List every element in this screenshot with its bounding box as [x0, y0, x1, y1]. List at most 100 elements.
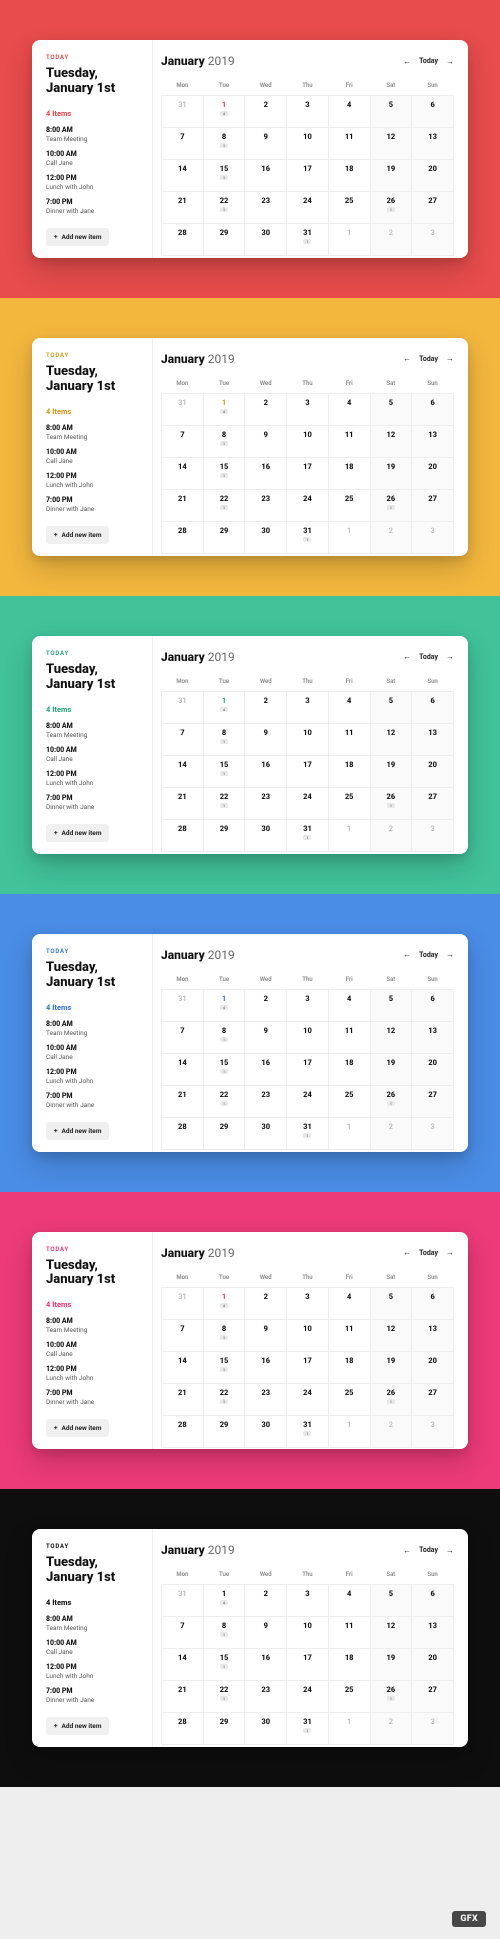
calendar-day-cell[interactable]: 4: [328, 1287, 370, 1319]
calendar-day-cell[interactable]: 24: [287, 489, 329, 521]
calendar-day-cell[interactable]: 16: [245, 160, 287, 192]
calendar-day-cell[interactable]: 6: [412, 393, 454, 425]
calendar-day-cell[interactable]: 221: [203, 1383, 245, 1415]
calendar-day-cell[interactable]: 1: [328, 1713, 370, 1745]
calendar-day-cell[interactable]: 24: [287, 192, 329, 224]
agenda-item[interactable]: 8:00 AM Team Meeting: [46, 1615, 140, 1632]
calendar-day-cell[interactable]: 25: [328, 192, 370, 224]
calendar-day-cell[interactable]: 81: [203, 1617, 245, 1649]
calendar-day-cell[interactable]: 24: [287, 1383, 329, 1415]
agenda-item[interactable]: 12:00 PM Lunch with John: [46, 174, 140, 191]
today-button[interactable]: Today: [419, 355, 438, 363]
calendar-day-cell[interactable]: 16: [245, 1351, 287, 1383]
add-item-button[interactable]: + Add new item: [46, 824, 109, 842]
calendar-day-cell[interactable]: 30: [245, 1713, 287, 1745]
calendar-day-cell[interactable]: 18: [328, 755, 370, 787]
calendar-day-cell[interactable]: 13: [412, 425, 454, 457]
today-button[interactable]: Today: [419, 57, 438, 65]
calendar-day-cell[interactable]: 10: [287, 1021, 329, 1053]
calendar-day-cell[interactable]: 12: [370, 425, 412, 457]
calendar-day-cell[interactable]: 2: [245, 96, 287, 128]
calendar-day-cell[interactable]: 20: [412, 1053, 454, 1085]
calendar-day-cell[interactable]: 2: [370, 1117, 412, 1149]
calendar-day-cell[interactable]: 3: [287, 1287, 329, 1319]
agenda-item[interactable]: 7:00 PM Dinner with Jane: [46, 1389, 140, 1406]
agenda-item[interactable]: 8:00 AM Team Meeting: [46, 722, 140, 739]
calendar-day-cell[interactable]: 2: [370, 224, 412, 256]
calendar-day-cell[interactable]: 30: [245, 1415, 287, 1447]
calendar-day-cell[interactable]: 11: [328, 1319, 370, 1351]
prev-month-button[interactable]: ←: [403, 652, 411, 661]
calendar-day-cell[interactable]: 13: [412, 1319, 454, 1351]
calendar-day-cell[interactable]: 3: [412, 1713, 454, 1745]
calendar-day-cell[interactable]: 18: [328, 1053, 370, 1085]
calendar-day-cell[interactable]: 1: [328, 1415, 370, 1447]
calendar-day-cell[interactable]: 151: [203, 1351, 245, 1383]
calendar-day-cell[interactable]: 4: [328, 989, 370, 1021]
agenda-item[interactable]: 10:00 AM Call Jane: [46, 150, 140, 167]
calendar-day-cell[interactable]: 4: [328, 1585, 370, 1617]
calendar-day-cell[interactable]: 151: [203, 160, 245, 192]
agenda-item[interactable]: 7:00 PM Dinner with Jane: [46, 198, 140, 215]
calendar-day-cell[interactable]: 3: [412, 1117, 454, 1149]
calendar-day-cell[interactable]: 311: [287, 1117, 329, 1149]
calendar-day-cell[interactable]: 27: [412, 1085, 454, 1117]
calendar-day-cell[interactable]: 2: [245, 691, 287, 723]
calendar-day-cell[interactable]: 11: [328, 1617, 370, 1649]
calendar-day-cell[interactable]: 25: [328, 1681, 370, 1713]
calendar-day-cell[interactable]: 311: [287, 1713, 329, 1745]
calendar-day-cell[interactable]: 27: [412, 192, 454, 224]
calendar-day-cell[interactable]: 2: [245, 1585, 287, 1617]
calendar-day-cell[interactable]: 20: [412, 457, 454, 489]
today-button[interactable]: Today: [419, 951, 438, 959]
calendar-day-cell[interactable]: 5: [370, 989, 412, 1021]
calendar-day-cell[interactable]: 151: [203, 755, 245, 787]
calendar-day-cell[interactable]: 221: [203, 489, 245, 521]
calendar-day-cell[interactable]: 20: [412, 1351, 454, 1383]
calendar-day-cell[interactable]: 14: [162, 160, 204, 192]
prev-month-button[interactable]: ←: [403, 354, 411, 363]
calendar-day-cell[interactable]: 21: [162, 192, 204, 224]
calendar-day-cell[interactable]: 261: [370, 192, 412, 224]
calendar-day-cell[interactable]: 4: [328, 393, 370, 425]
calendar-day-cell[interactable]: 14: [162, 1053, 204, 1085]
calendar-day-cell[interactable]: 2: [245, 393, 287, 425]
calendar-day-cell[interactable]: 19: [370, 755, 412, 787]
calendar-day-cell[interactable]: 7: [162, 1617, 204, 1649]
calendar-day-cell[interactable]: 23: [245, 192, 287, 224]
calendar-day-cell[interactable]: 1: [328, 521, 370, 553]
calendar-day-cell[interactable]: 23: [245, 1383, 287, 1415]
next-month-button[interactable]: →: [446, 1248, 454, 1257]
today-button[interactable]: Today: [419, 1249, 438, 1257]
calendar-day-cell[interactable]: 9: [245, 1021, 287, 1053]
calendar-day-cell[interactable]: 30: [245, 1117, 287, 1149]
calendar-day-cell[interactable]: 7: [162, 128, 204, 160]
calendar-day-cell[interactable]: 25: [328, 787, 370, 819]
calendar-day-cell[interactable]: 13: [412, 128, 454, 160]
calendar-day-cell[interactable]: 14: [203, 393, 245, 425]
calendar-day-cell[interactable]: 81: [203, 425, 245, 457]
calendar-day-cell[interactable]: 13: [412, 1021, 454, 1053]
calendar-day-cell[interactable]: 16: [245, 457, 287, 489]
calendar-day-cell[interactable]: 23: [245, 489, 287, 521]
prev-month-button[interactable]: ←: [403, 1248, 411, 1257]
calendar-day-cell[interactable]: 31: [162, 1585, 204, 1617]
calendar-day-cell[interactable]: 19: [370, 1053, 412, 1085]
calendar-day-cell[interactable]: 30: [245, 224, 287, 256]
calendar-day-cell[interactable]: 2: [370, 1415, 412, 1447]
calendar-day-cell[interactable]: 261: [370, 1681, 412, 1713]
calendar-day-cell[interactable]: 13: [412, 1617, 454, 1649]
calendar-day-cell[interactable]: 20: [412, 160, 454, 192]
calendar-day-cell[interactable]: 2: [245, 989, 287, 1021]
agenda-item[interactable]: 10:00 AM Call Jane: [46, 1044, 140, 1061]
calendar-day-cell[interactable]: 3: [287, 96, 329, 128]
agenda-item[interactable]: 8:00 AM Team Meeting: [46, 126, 140, 143]
calendar-day-cell[interactable]: 18: [328, 457, 370, 489]
agenda-item[interactable]: 8:00 AM Team Meeting: [46, 1317, 140, 1334]
calendar-day-cell[interactable]: 16: [245, 1053, 287, 1085]
calendar-day-cell[interactable]: 12: [370, 128, 412, 160]
agenda-item[interactable]: 12:00 PM Lunch with John: [46, 770, 140, 787]
calendar-day-cell[interactable]: 14: [203, 1287, 245, 1319]
add-item-button[interactable]: + Add new item: [46, 228, 109, 246]
calendar-day-cell[interactable]: 29: [203, 819, 245, 851]
